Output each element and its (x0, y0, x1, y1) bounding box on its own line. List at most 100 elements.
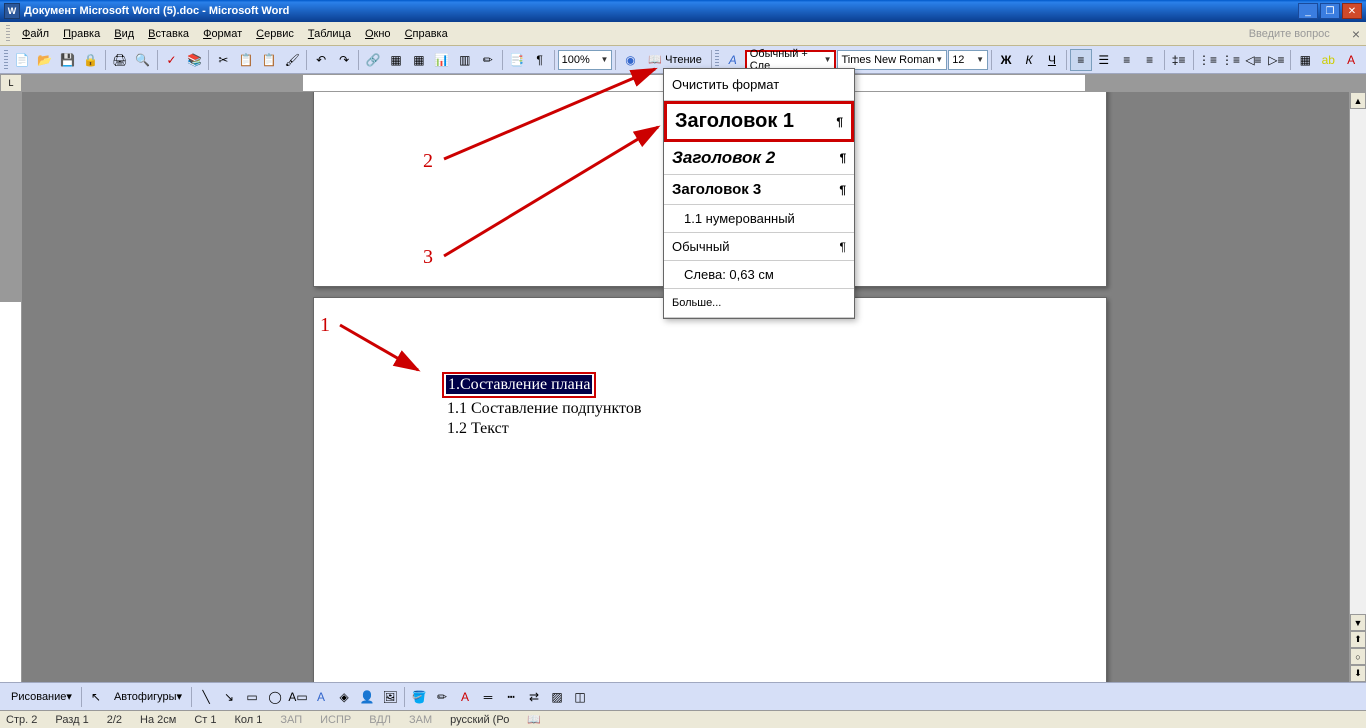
excel-icon[interactable]: 📊 (431, 49, 453, 71)
italic-button[interactable]: К (1018, 49, 1040, 71)
spellcheck-icon[interactable]: ✓ (161, 49, 183, 71)
close-button[interactable]: ✕ (1342, 3, 1362, 19)
menu-file[interactable]: Файл (16, 26, 55, 42)
help-icon[interactable]: ◉ (619, 49, 641, 71)
oval-tool-icon[interactable]: ◯ (264, 686, 286, 708)
style-numbered[interactable]: 1.1 нумерованный (664, 205, 854, 233)
style-normal[interactable]: Обычный¶ (664, 233, 854, 261)
doc-line-2[interactable]: 1.1 Составление подпунктов (447, 400, 641, 418)
columns-icon[interactable]: ▥ (454, 49, 476, 71)
show-formatting-icon[interactable]: ¶ (529, 49, 551, 71)
vertical-ruler[interactable] (0, 92, 22, 682)
menu-table[interactable]: Таблица (302, 26, 357, 42)
style-combo[interactable]: Обычный + Сле▼ (745, 50, 837, 70)
font-color-icon[interactable]: A (1340, 49, 1362, 71)
doc-close-button[interactable]: × (1352, 26, 1360, 42)
doc-line-1-selected[interactable]: 1.Составление плана (446, 375, 592, 394)
align-center-icon[interactable]: ☰ (1093, 49, 1115, 71)
style-clear-format[interactable]: Очистить формат (664, 69, 854, 101)
status-language[interactable]: русский (Ро (450, 714, 509, 726)
increase-indent-icon[interactable]: ▷≡ (1265, 49, 1287, 71)
doc-map-icon[interactable]: 📑 (506, 49, 528, 71)
align-justify-icon[interactable]: ≡ (1139, 49, 1161, 71)
diagram-icon[interactable]: ◈ (333, 686, 355, 708)
drawing-menu[interactable]: Рисование ▾ (5, 687, 78, 707)
borders-icon[interactable]: ▦ (1294, 49, 1316, 71)
shadow-icon[interactable]: ▨ (546, 686, 568, 708)
next-page-icon[interactable]: ⬇ (1350, 665, 1366, 682)
doc-line-3[interactable]: 1.2 Текст (447, 420, 509, 438)
dash-style-icon[interactable]: ┅ (500, 686, 522, 708)
size-combo[interactable]: 12▼ (948, 50, 988, 70)
line-color-icon[interactable]: ✏ (431, 686, 453, 708)
paste-icon[interactable]: 📋 (258, 49, 280, 71)
drawing-icon[interactable]: ✏ (477, 49, 499, 71)
clipart-icon[interactable]: 👤 (356, 686, 378, 708)
ruler-corner[interactable]: L (0, 74, 22, 92)
line-spacing-icon[interactable]: ‡≡ (1168, 49, 1190, 71)
maximize-button[interactable]: ❐ (1320, 3, 1340, 19)
prev-page-icon[interactable]: ⬆ (1350, 631, 1366, 648)
autoshapes-menu[interactable]: Автофигуры ▾ (108, 687, 188, 707)
style-heading-3[interactable]: Заголовок 3¶ (664, 175, 854, 205)
menu-help[interactable]: Справка (399, 26, 454, 42)
print-preview-icon[interactable]: 🔍 (132, 49, 154, 71)
status-trk[interactable]: ИСПР (320, 714, 351, 726)
status-ovr[interactable]: ЗАМ (409, 714, 432, 726)
style-heading-1[interactable]: Заголовок 1¶ (664, 101, 854, 142)
arrow-tool-icon[interactable]: ↘ (218, 686, 240, 708)
underline-button[interactable]: Ч (1041, 49, 1063, 71)
toolbar-handle-2[interactable] (715, 50, 719, 70)
hyperlink-icon[interactable]: 🔗 (362, 49, 384, 71)
vertical-scrollbar[interactable]: ▲ ▼ ⬆ ○ ⬇ (1349, 92, 1366, 682)
scroll-down-icon[interactable]: ▼ (1350, 614, 1366, 631)
new-doc-icon[interactable]: 📄 (11, 49, 33, 71)
line-style-icon[interactable]: ═ (477, 686, 499, 708)
tables-borders-icon[interactable]: ▦ (385, 49, 407, 71)
fill-color-icon[interactable]: 🪣 (408, 686, 430, 708)
format-painter-icon[interactable]: 🖌 (281, 49, 303, 71)
decrease-indent-icon[interactable]: ◁≡ (1242, 49, 1264, 71)
redo-icon[interactable]: ↷ (333, 49, 355, 71)
rectangle-tool-icon[interactable]: ▭ (241, 686, 263, 708)
status-rec[interactable]: ЗАП (280, 714, 302, 726)
font-color-draw-icon[interactable]: A (454, 686, 476, 708)
align-right-icon[interactable]: ≡ (1116, 49, 1138, 71)
status-ext[interactable]: ВДЛ (369, 714, 391, 726)
scroll-up-icon[interactable]: ▲ (1350, 92, 1366, 109)
menu-edit[interactable]: Правка (57, 26, 106, 42)
line-tool-icon[interactable]: ╲ (195, 686, 217, 708)
zoom-combo[interactable]: 100%▼ (558, 50, 613, 70)
wordart-icon[interactable]: A (310, 686, 332, 708)
permissions-icon[interactable]: 🔒 (80, 49, 102, 71)
menu-window[interactable]: Окно (359, 26, 397, 42)
menu-handle[interactable] (6, 25, 10, 43)
3d-icon[interactable]: ◫ (569, 686, 591, 708)
minimize-button[interactable]: _ (1298, 3, 1318, 19)
numbering-icon[interactable]: ⋮≡ (1197, 49, 1219, 71)
toolbar-handle[interactable] (4, 50, 8, 70)
textbox-tool-icon[interactable]: A▭ (287, 686, 309, 708)
save-icon[interactable]: 💾 (57, 49, 79, 71)
align-left-icon[interactable]: ≡ (1070, 49, 1092, 71)
cut-icon[interactable]: ✂ (212, 49, 234, 71)
menu-tools[interactable]: Сервис (250, 26, 300, 42)
style-more[interactable]: Больше... (664, 289, 854, 318)
insert-table-icon[interactable]: ▦ (408, 49, 430, 71)
spell-status-icon[interactable]: 📖 (527, 713, 541, 726)
highlight-icon[interactable]: ab (1317, 49, 1339, 71)
research-icon[interactable]: 📚 (184, 49, 206, 71)
font-combo[interactable]: Times New Roman▼ (837, 50, 947, 70)
bold-button[interactable]: Ж (995, 49, 1017, 71)
style-indent[interactable]: Слева: 0,63 см (664, 261, 854, 289)
menu-insert[interactable]: Вставка (142, 26, 195, 42)
bullets-icon[interactable]: ⋮≡ (1220, 49, 1242, 71)
undo-icon[interactable]: ↶ (310, 49, 332, 71)
open-icon[interactable]: 📂 (34, 49, 56, 71)
browse-object-icon[interactable]: ○ (1350, 648, 1366, 665)
picture-icon[interactable]: 🖼 (379, 686, 401, 708)
print-icon[interactable]: 🖨 (109, 49, 131, 71)
style-heading-2[interactable]: Заголовок 2¶ (664, 142, 854, 175)
menu-view[interactable]: Вид (108, 26, 140, 42)
scroll-track[interactable] (1350, 109, 1366, 614)
